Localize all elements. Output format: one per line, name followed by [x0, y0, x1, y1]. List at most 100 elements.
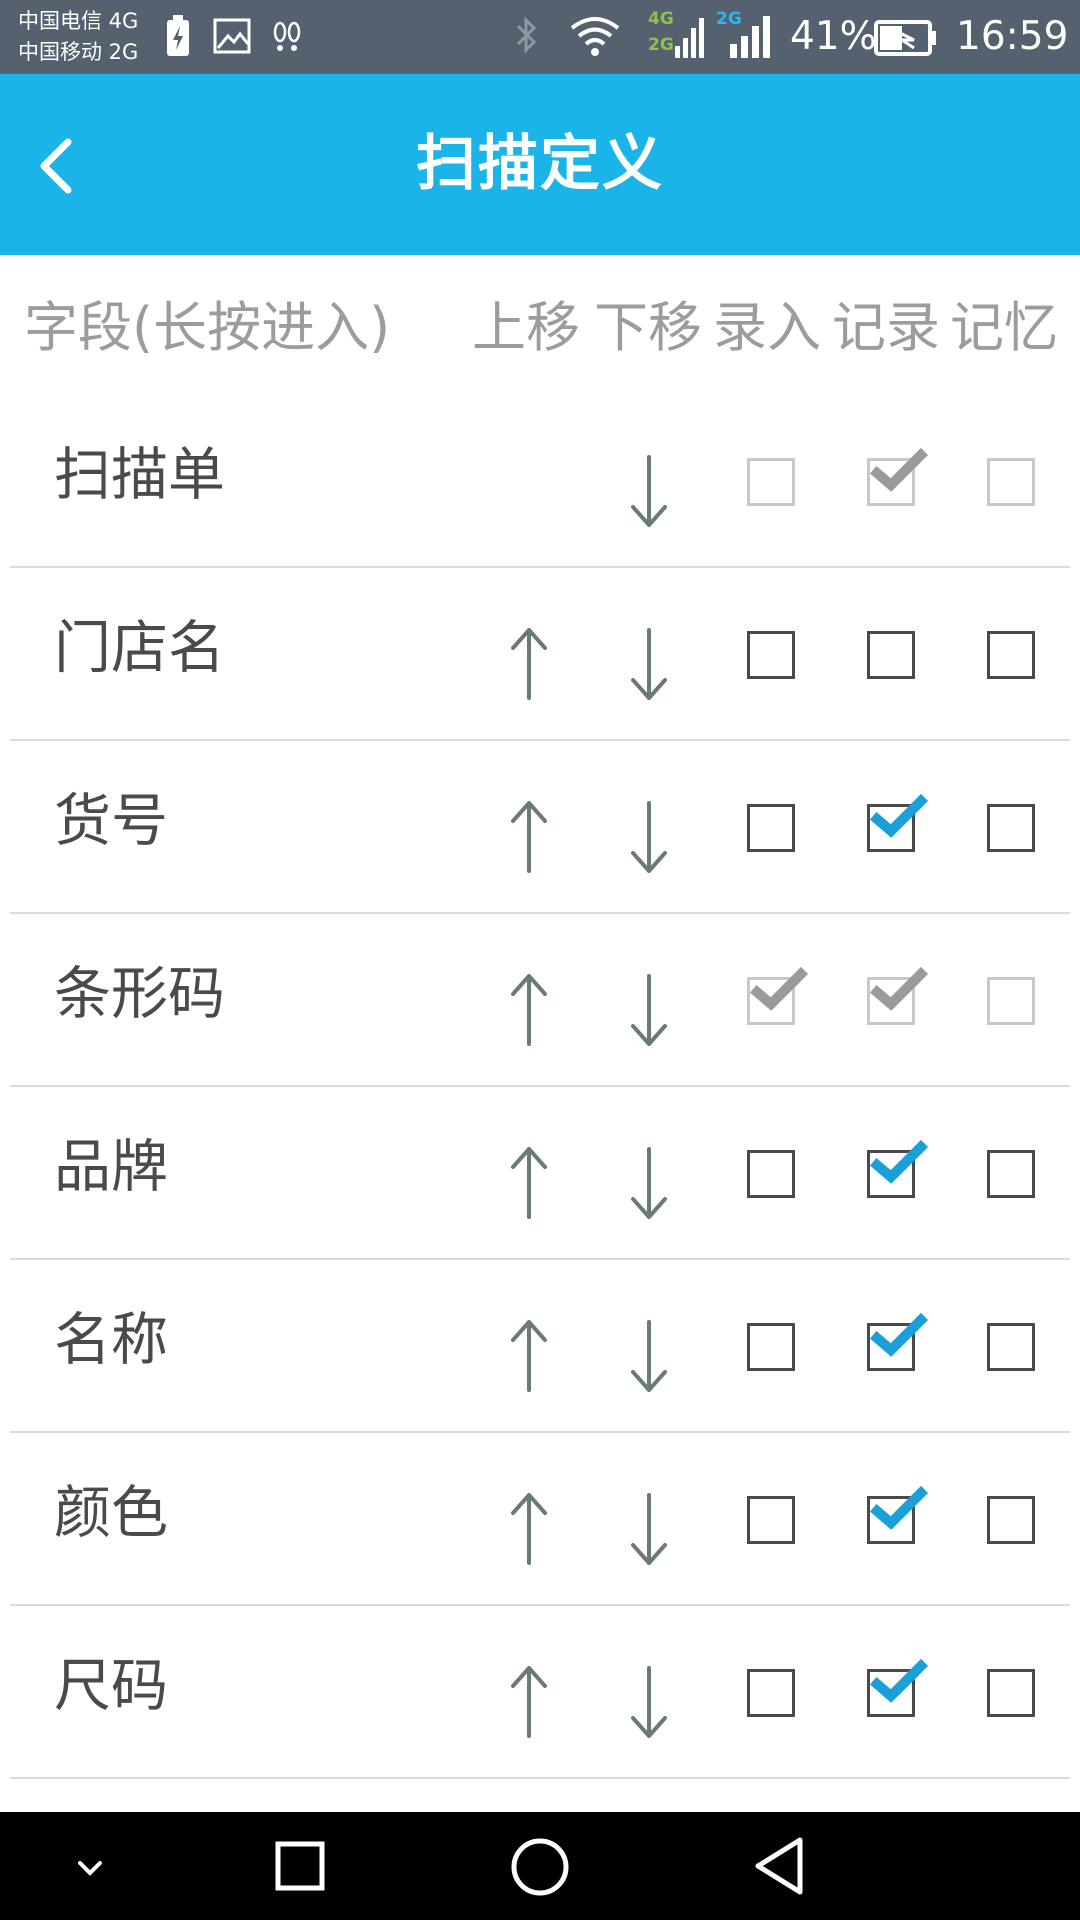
- remember-checkbox[interactable]: [987, 631, 1035, 679]
- record-checkbox[interactable]: [867, 1485, 929, 1544]
- record-checkbox[interactable]: [867, 631, 915, 679]
- signal-strength-icon-1: [674, 14, 706, 64]
- move-up-arrow-icon[interactable]: [499, 1141, 559, 1225]
- nav-recents-button[interactable]: [240, 1812, 360, 1920]
- field-label: 扫描单: [54, 442, 225, 508]
- column-input: 录入: [713, 296, 821, 359]
- nav-hide-button[interactable]: [30, 1812, 150, 1920]
- field-row[interactable]: 条形码: [0, 914, 1080, 1087]
- move-up-arrow-icon[interactable]: [499, 1487, 559, 1571]
- input-checkbox[interactable]: [747, 1150, 795, 1198]
- input-checkbox[interactable]: [747, 1496, 795, 1544]
- app-bar: 扫描定义: [0, 74, 1080, 255]
- record-checkbox[interactable]: [867, 1658, 929, 1717]
- field-list: 扫描单门店名货号条形码品牌名称颜色尺码: [0, 395, 1080, 1779]
- checkmark-icon: [869, 1312, 929, 1357]
- move-up-arrow-icon[interactable]: [499, 795, 559, 879]
- signal-strength-icon-2: [728, 14, 774, 64]
- checkmark-icon: [869, 793, 929, 838]
- carrier-2: 中国移动 2G: [18, 40, 139, 64]
- status-bar: 中国电信 4G 中国移动 2G 4G 2G 2G 41% 16:59: [0, 0, 1080, 74]
- move-up-arrow-icon[interactable]: [499, 622, 559, 706]
- move-down-arrow-icon[interactable]: [619, 1487, 679, 1571]
- checkmark-icon: [869, 1485, 929, 1530]
- record-checkbox[interactable]: [867, 1139, 929, 1198]
- input-checkbox[interactable]: [747, 1669, 795, 1717]
- column-remember: 记忆: [950, 296, 1058, 359]
- field-label: 货号: [54, 788, 168, 854]
- field-label: 名称: [54, 1307, 168, 1373]
- battery-charging-icon: [164, 14, 192, 62]
- remember-checkbox[interactable]: [987, 1669, 1035, 1717]
- battery-icon: [874, 18, 938, 62]
- footsteps-icon: [270, 14, 304, 62]
- checkmark-icon: [869, 966, 929, 1011]
- field-row[interactable]: 品牌: [0, 1087, 1080, 1260]
- move-up-arrow-icon[interactable]: [499, 968, 559, 1052]
- remember-checkbox: [987, 458, 1035, 506]
- column-record: 记录: [832, 296, 940, 359]
- remember-checkbox[interactable]: [987, 804, 1035, 852]
- bluetooth-icon: [512, 14, 542, 62]
- clock: 16:59: [956, 14, 1069, 59]
- field-label: 品牌: [54, 1134, 168, 1200]
- chevron-down-icon: [78, 1861, 102, 1876]
- field-row[interactable]: 门店名: [0, 568, 1080, 741]
- remember-checkbox[interactable]: [987, 1323, 1035, 1371]
- recents-square-icon: [275, 1841, 325, 1891]
- input-checkbox[interactable]: [747, 804, 795, 852]
- nav-home-button[interactable]: [480, 1812, 600, 1920]
- nav-back-button[interactable]: [720, 1812, 840, 1920]
- input-checkbox: [747, 966, 809, 1025]
- row-divider: [10, 1777, 1070, 1779]
- input-checkbox: [747, 458, 795, 506]
- column-move-up: 上移: [472, 296, 580, 359]
- move-down-arrow-icon[interactable]: [619, 1314, 679, 1398]
- wifi-icon: [568, 14, 622, 62]
- move-down-arrow-icon[interactable]: [619, 795, 679, 879]
- gallery-icon: [212, 14, 252, 62]
- field-label: 条形码: [54, 961, 225, 1027]
- column-header: 字段(长按进入) 上移 下移 录入 记录 记忆: [0, 255, 1080, 395]
- navigation-bar: [0, 1812, 1080, 1920]
- remember-checkbox[interactable]: [987, 1496, 1035, 1544]
- record-checkbox[interactable]: [867, 793, 929, 852]
- chevron-left-icon: [40, 138, 72, 194]
- field-row[interactable]: 颜色: [0, 1433, 1080, 1606]
- input-checkbox[interactable]: [747, 1323, 795, 1371]
- input-checkbox[interactable]: [747, 631, 795, 679]
- checkmark-icon: [869, 1658, 929, 1703]
- checkmark-icon: [869, 1139, 929, 1184]
- column-field: 字段(长按进入): [24, 296, 391, 359]
- column-move-down: 下移: [594, 296, 702, 359]
- move-down-arrow-icon[interactable]: [619, 1141, 679, 1225]
- remember-checkbox[interactable]: [987, 1150, 1035, 1198]
- carrier-info: 中国电信 4G 中国移动 2G: [18, 6, 138, 68]
- remember-checkbox: [987, 977, 1035, 1025]
- field-label: 颜色: [54, 1480, 168, 1546]
- net-4g-label: 4G: [648, 9, 674, 29]
- checkmark-icon: [749, 966, 809, 1011]
- field-row[interactable]: 名称: [0, 1260, 1080, 1433]
- move-down-arrow-icon[interactable]: [619, 449, 679, 533]
- carrier-1: 中国电信 4G: [18, 9, 139, 33]
- move-up-arrow-icon[interactable]: [499, 1314, 559, 1398]
- checkmark-icon: [869, 447, 929, 492]
- move-up-arrow-icon[interactable]: [499, 1660, 559, 1744]
- home-circle-icon: [511, 1838, 569, 1896]
- record-checkbox: [867, 447, 929, 506]
- field-row[interactable]: 尺码: [0, 1606, 1080, 1779]
- move-down-arrow-icon[interactable]: [619, 622, 679, 706]
- field-row[interactable]: 货号: [0, 741, 1080, 914]
- net-2g-label-a: 2G: [648, 35, 674, 55]
- move-down-arrow-icon[interactable]: [619, 1660, 679, 1744]
- back-button[interactable]: [26, 126, 96, 206]
- page-title: 扫描定义: [416, 129, 664, 199]
- back-triangle-icon: [755, 1837, 803, 1895]
- move-down-arrow-icon[interactable]: [619, 968, 679, 1052]
- record-checkbox: [867, 966, 929, 1025]
- record-checkbox[interactable]: [867, 1312, 929, 1371]
- field-label: 尺码: [54, 1653, 168, 1719]
- field-row[interactable]: 扫描单: [0, 395, 1080, 568]
- battery-percent: 41%: [790, 14, 877, 59]
